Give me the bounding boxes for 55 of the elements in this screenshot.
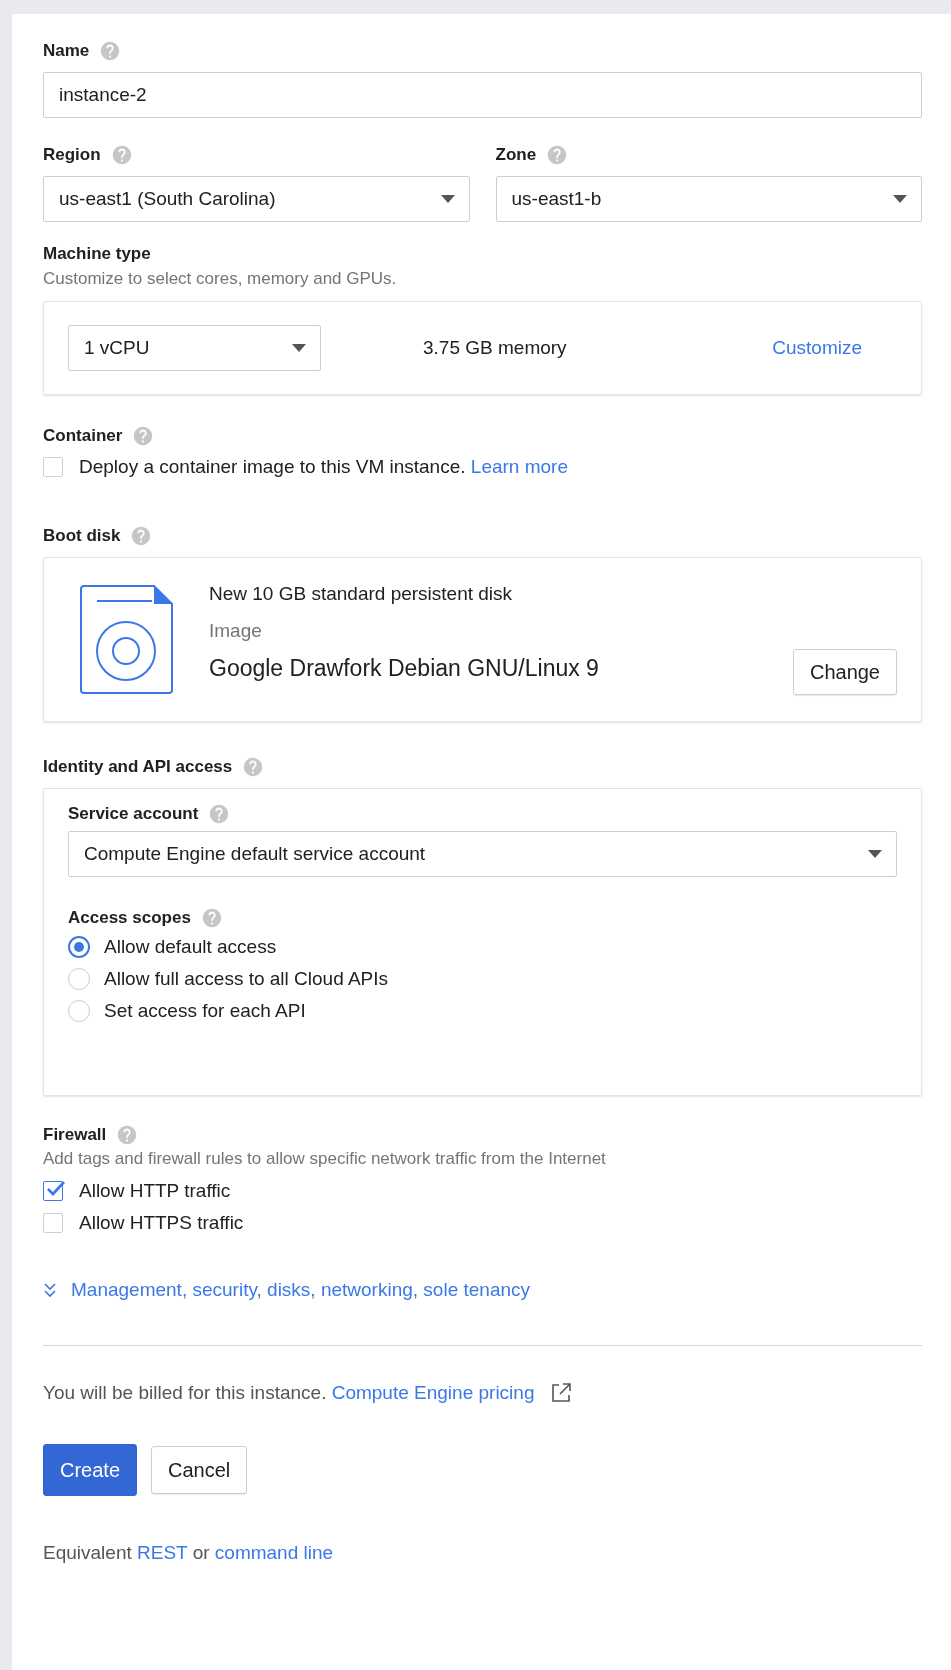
help-icon[interactable] xyxy=(99,40,122,62)
zone-select[interactable]: us-east1-b xyxy=(495,176,922,222)
more-options-link[interactable]: Management, security, disks, networking, sole tenancy xyxy=(43,1279,531,1301)
create-button[interactable]: Create xyxy=(43,1444,138,1496)
field-label: Name xyxy=(43,41,90,61)
checkbox[interactable] xyxy=(43,1181,63,1201)
customize-link[interactable]: Customize xyxy=(772,337,862,359)
radio-label: Allow default access xyxy=(104,936,277,958)
help-icon[interactable] xyxy=(130,525,153,547)
radio-label: Set access for each API xyxy=(104,1000,306,1022)
help-icon[interactable] xyxy=(546,144,569,166)
field-label: Container xyxy=(43,426,123,446)
rest-link[interactable]: REST xyxy=(137,1542,188,1563)
caret-icon xyxy=(440,195,455,203)
cancel-button[interactable]: Cancel xyxy=(151,1446,248,1494)
field-label: Firewall xyxy=(43,1125,107,1145)
field-label: Region xyxy=(43,145,101,165)
field-label: Boot disk xyxy=(43,526,121,546)
field-label: Zone xyxy=(495,145,537,165)
external-link-icon[interactable] xyxy=(550,1382,573,1404)
help-icon[interactable] xyxy=(110,144,133,166)
change-button[interactable]: Change xyxy=(792,649,897,695)
help-icon[interactable] xyxy=(242,756,265,778)
caret-icon xyxy=(868,850,882,858)
region-select[interactable]: us-east1 (South Carolina) xyxy=(43,176,470,222)
billing-text: You will be billed for this instance. Compute Engine pricing xyxy=(43,1382,535,1404)
checkbox-label: Deploy a container image to this VM instance. Learn more xyxy=(79,456,568,478)
memory-text: 3.75 GB memory xyxy=(423,337,568,359)
field-label: Access scopes xyxy=(68,908,191,928)
help-icon[interactable] xyxy=(208,803,231,825)
learn-more-link[interactable]: Learn more xyxy=(470,456,568,477)
help-icon[interactable] xyxy=(200,907,223,929)
checkbox-label: Allow HTTP traffic xyxy=(79,1180,231,1202)
caret-icon xyxy=(292,344,306,352)
service-account-select[interactable]: Compute Engine default service account xyxy=(68,831,897,877)
image-label: Image xyxy=(209,620,263,642)
equivalent-text: Equivalent REST or command line xyxy=(43,1542,334,1564)
field-description: Customize to select cores, memory and GPUs. xyxy=(43,269,398,289)
pricing-link[interactable]: Compute Engine pricing xyxy=(331,1382,535,1403)
help-icon[interactable] xyxy=(116,1124,139,1146)
field-label: Service account xyxy=(68,804,199,824)
radio-button[interactable] xyxy=(68,936,90,958)
disk-title: New 10 GB standard persistent disk xyxy=(209,583,514,605)
radio-label: Allow full access to all Cloud APIs xyxy=(104,968,389,990)
checkbox-label: Allow HTTPS traffic xyxy=(79,1212,244,1234)
command-line-link[interactable]: command line xyxy=(214,1542,334,1563)
field-description: Add tags and firewall rules to allow specific network traffic from the Internet xyxy=(43,1149,607,1169)
chevrons-icon xyxy=(43,1282,57,1298)
field-label: Machine type xyxy=(43,244,152,264)
field-label: Identity and API access xyxy=(43,757,233,777)
name-input[interactable]: instance-2 xyxy=(43,72,922,118)
help-icon[interactable] xyxy=(132,425,155,447)
caret-icon xyxy=(893,195,907,203)
cpu-select[interactable]: 1 vCPU xyxy=(68,325,321,371)
image-name: Google Drawfork Debian GNU/Linux 9 xyxy=(209,655,600,682)
